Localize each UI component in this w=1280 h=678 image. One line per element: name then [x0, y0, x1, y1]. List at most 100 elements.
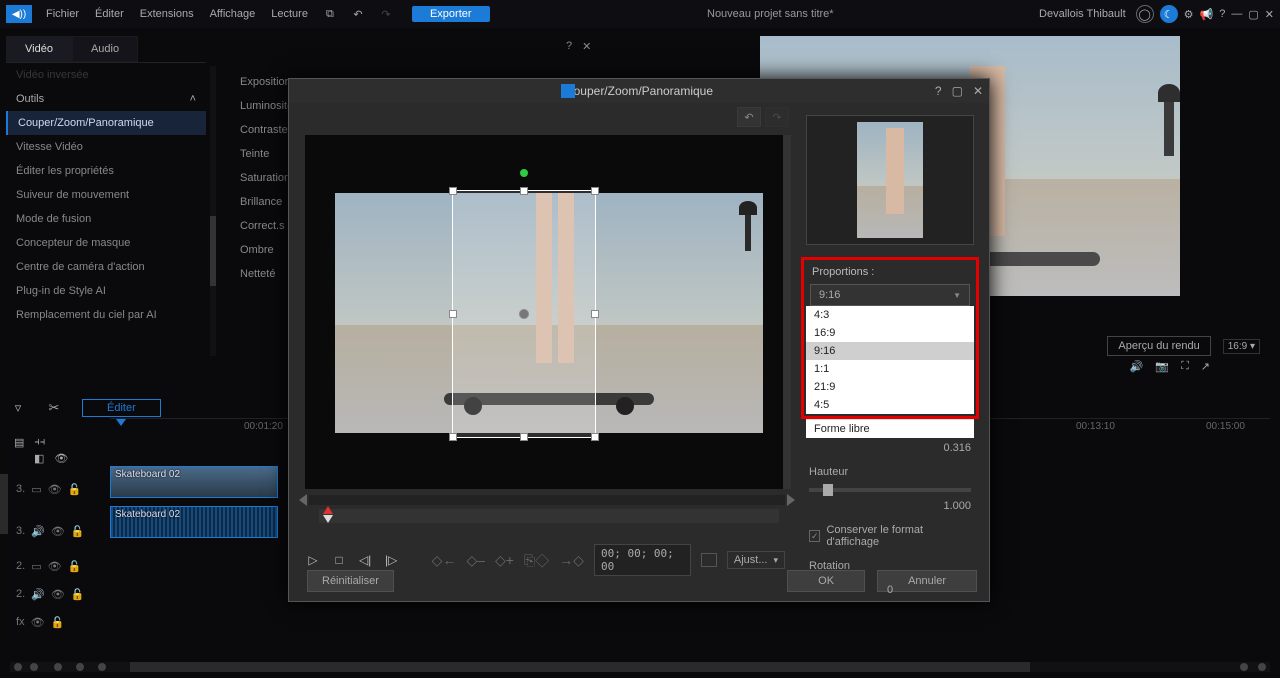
timeline-vscroll[interactable] — [0, 444, 8, 654]
dialog-redo-icon[interactable]: ↷ — [765, 107, 789, 127]
zoom-in-icon[interactable] — [1258, 663, 1266, 671]
resize-handle[interactable] — [591, 433, 599, 441]
gear-icon[interactable]: ⚙ — [1184, 8, 1194, 21]
timeline-hscroll[interactable] — [10, 662, 1270, 672]
lock-icon[interactable]: 🔓 — [51, 616, 65, 629]
reset-button[interactable]: Réinitialiser — [307, 570, 394, 592]
menu-affichage[interactable]: Affichage — [202, 8, 264, 20]
panel-close-icon[interactable]: ✕ — [582, 40, 591, 53]
fx-item[interactable]: Saturation — [236, 166, 296, 190]
lock-icon[interactable]: 🔓 — [68, 560, 82, 573]
fx-item[interactable]: Teinte — [236, 142, 296, 166]
render-preview-button[interactable]: Aperçu du rendu — [1107, 336, 1210, 356]
menu-fichier[interactable]: Fichier — [38, 8, 87, 20]
resize-handle[interactable] — [591, 187, 599, 195]
sidebar-item-crop-zoom-pan[interactable]: Couper/Zoom/Panoramique — [6, 111, 206, 135]
fx-item[interactable]: Exposition — [236, 70, 296, 94]
audio-track-icon[interactable]: 🔊 — [31, 525, 45, 538]
zoom-dot[interactable] — [54, 663, 62, 671]
tab-audio[interactable]: Audio — [72, 36, 138, 62]
kf-toggle-icon[interactable]: ◇– — [466, 552, 485, 569]
popout-icon[interactable]: ↗ — [1201, 360, 1210, 373]
safezone-icon[interactable] — [701, 553, 717, 567]
resize-handle[interactable] — [449, 433, 457, 441]
menu-editer[interactable]: Éditer — [87, 8, 132, 20]
dialog-maximize-icon[interactable]: ▢ — [952, 84, 963, 98]
lock-icon[interactable]: 🔓 — [71, 588, 85, 601]
redo-icon[interactable]: ↷ — [375, 3, 397, 25]
timeline-clip-audio[interactable]: Skateboard 02 — [110, 506, 278, 538]
sidebar-item-speed[interactable]: Vitesse Vidéo — [6, 135, 206, 159]
zoom-dot[interactable] — [76, 663, 84, 671]
eye-icon[interactable]: 👁 — [48, 560, 62, 573]
proportions-select[interactable]: 9:16 — [810, 284, 970, 306]
preview-hscroll[interactable] — [309, 495, 785, 505]
timeline-clip[interactable]: Skateboard 02 — [110, 466, 278, 498]
fx-item[interactable]: Ombre — [236, 238, 296, 262]
kf-prev-icon[interactable]: ◇← — [432, 552, 457, 569]
undo-icon[interactable]: ↶ — [347, 3, 369, 25]
zoom-out-icon[interactable] — [14, 663, 22, 671]
dialog-undo-icon[interactable]: ↶ — [737, 107, 761, 127]
sidebar-item-sky-ai[interactable]: Remplacement du ciel par AI — [6, 303, 206, 327]
zoom-dot[interactable] — [30, 663, 38, 671]
lock-icon[interactable]: 🔓 — [68, 483, 82, 496]
eye-icon[interactable]: 👁 — [51, 588, 65, 601]
dialog-help-icon[interactable]: ? — [935, 84, 942, 98]
zoom-fit-icon[interactable] — [1240, 663, 1248, 671]
user-name[interactable]: Devallois Thibault — [1039, 8, 1126, 20]
fx-track-icon[interactable]: fx — [16, 616, 25, 628]
notifications-icon[interactable]: ☾ — [1160, 5, 1178, 23]
keyframe-timeline[interactable] — [319, 509, 779, 523]
crop-rectangle[interactable] — [453, 191, 595, 437]
playhead-icon[interactable] — [116, 419, 126, 426]
proportions-option-16-9[interactable]: 16:9 — [806, 324, 974, 342]
cut-icon[interactable]: ✂ — [46, 400, 62, 416]
resize-handle[interactable] — [520, 187, 528, 195]
video-track-icon[interactable]: ▭ — [31, 483, 41, 496]
dialog-close-icon[interactable]: ✕ — [973, 84, 983, 98]
menu-lecture[interactable]: Lecture — [263, 8, 316, 20]
export-button[interactable]: Exporter — [412, 6, 490, 22]
kf-next-icon[interactable]: →◇ — [559, 552, 584, 569]
zoom-dot[interactable] — [98, 663, 106, 671]
keep-aspect-checkbox[interactable]: ✓Conserver le format d'affichage — [801, 518, 979, 554]
proportions-option-1-1[interactable]: 1:1 — [806, 360, 974, 378]
sidebar-item-properties[interactable]: Éditer les propriétés — [6, 159, 206, 183]
maximize-icon[interactable]: ▢ — [1248, 8, 1258, 21]
aspect-ratio-select[interactable]: 16:9 ▾ — [1223, 339, 1260, 354]
marker-icon[interactable]: ▿ — [10, 400, 26, 416]
close-icon[interactable]: ✕ — [1265, 8, 1274, 21]
kf-add-icon[interactable]: ◇+ — [495, 552, 514, 569]
tab-video[interactable]: Vidéo — [6, 36, 72, 62]
resize-handle[interactable] — [591, 310, 599, 318]
left-scrollbar[interactable] — [210, 66, 216, 356]
fx-item[interactable]: Netteté — [236, 262, 296, 286]
panel-help-icon[interactable]: ? — [566, 40, 572, 53]
resize-handle[interactable] — [520, 433, 528, 441]
height-slider[interactable] — [809, 488, 971, 492]
audio-track-icon[interactable]: 🔊 — [31, 588, 45, 601]
announce-icon[interactable]: 📢 — [1200, 8, 1214, 21]
fx-item[interactable]: Brillance — [236, 190, 296, 214]
sidebar-item-action-cam[interactable]: Centre de caméra d'action — [6, 255, 206, 279]
lock-icon[interactable]: 🔓 — [71, 525, 85, 538]
resize-handle[interactable] — [449, 187, 457, 195]
preview-vscroll[interactable] — [783, 135, 791, 489]
proportions-option-4-3[interactable]: 4:3 — [806, 306, 974, 324]
user-avatar-icon[interactable]: ◯ — [1136, 5, 1154, 23]
capture-icon[interactable]: ⧉ — [319, 3, 341, 25]
help-icon[interactable]: ? — [1219, 8, 1225, 20]
fullscreen-icon[interactable]: ⛶ — [1181, 360, 1189, 373]
kf-copy-icon[interactable]: ⎘◇ — [524, 552, 549, 569]
proportions-option-9-16[interactable]: 9:16 — [806, 342, 974, 360]
sidebar-item-ai-style[interactable]: Plug-in de Style AI — [6, 279, 206, 303]
sidebar-item-motion-tracker[interactable]: Suiveur de mouvement — [6, 183, 206, 207]
fx-item[interactable]: Luminosité — [236, 94, 296, 118]
center-handle[interactable] — [519, 309, 529, 319]
rotate-handle[interactable] — [520, 169, 528, 177]
sidebar-item-mask[interactable]: Concepteur de masque — [6, 231, 206, 255]
video-track-icon[interactable]: ▭ — [31, 560, 41, 573]
proportions-option-4-5[interactable]: 4:5 — [806, 396, 974, 414]
crop-preview[interactable] — [305, 135, 791, 489]
